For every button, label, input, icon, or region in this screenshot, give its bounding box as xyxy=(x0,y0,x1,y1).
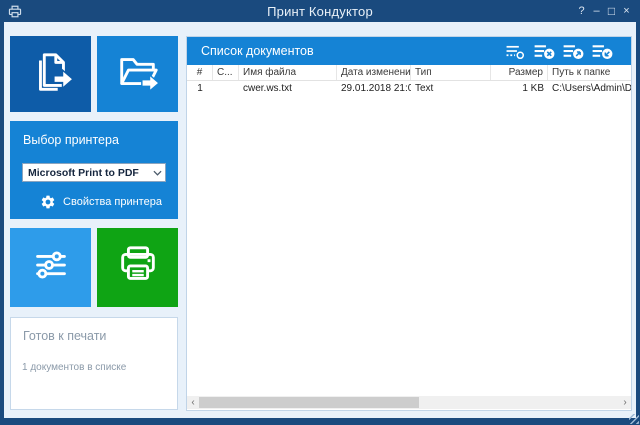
printer-select[interactable]: Microsoft Print to PDF xyxy=(22,163,166,182)
horizontal-scrollbar[interactable]: ‹ › xyxy=(187,396,631,409)
printer-panel-title: Выбор принтера xyxy=(23,133,119,147)
settings-sliders-icon xyxy=(28,242,74,293)
cell-path: C:\Users\Admin\Des xyxy=(548,81,631,97)
add-folder-button[interactable] xyxy=(97,36,178,112)
column-header-modified[interactable]: Дата изменения xyxy=(337,65,411,80)
window-controls: ? – □ × xyxy=(574,0,634,22)
document-list-title: Список документов xyxy=(187,44,505,58)
maximize-button[interactable]: □ xyxy=(604,0,619,22)
column-header-filename[interactable]: Имя файла xyxy=(239,65,337,80)
main-content: Выбор принтера Microsoft Print to PDF Св… xyxy=(4,22,636,418)
cell-number: 1 xyxy=(187,81,213,97)
open-list-icon[interactable] xyxy=(592,43,614,60)
table-row[interactable]: 1 cwer.ws.txt 29.01.2018 21:02 Text 1 KB… xyxy=(187,81,631,97)
column-header-status[interactable]: С... xyxy=(213,65,239,80)
window-title: Принт Кондуктор xyxy=(0,4,640,19)
add-files-icon xyxy=(28,48,74,101)
document-count-text: 1 документов в списке xyxy=(22,362,126,373)
printer-properties-button[interactable]: Свойства принтера xyxy=(10,193,178,211)
scrollbar-thumb[interactable] xyxy=(199,397,419,408)
column-header-path[interactable]: Путь к папке xyxy=(548,65,631,80)
printer-select-value: Microsoft Print to PDF xyxy=(23,167,149,179)
chevron-down-icon xyxy=(149,168,165,178)
document-list-toolbar xyxy=(505,43,631,60)
add-files-button[interactable] xyxy=(10,36,91,112)
document-list-header: Список документов xyxy=(187,37,631,65)
table-header-row: # С... Имя файла Дата изменения Тип Разм… xyxy=(187,65,631,81)
resize-grip[interactable] xyxy=(629,414,639,424)
column-header-size[interactable]: Размер xyxy=(491,65,548,80)
cell-status xyxy=(213,81,239,97)
app-window: Принт Кондуктор ? – □ × xyxy=(0,0,640,425)
column-header-number[interactable]: # xyxy=(187,65,213,80)
scroll-left-arrow-icon[interactable]: ‹ xyxy=(187,396,199,409)
close-button[interactable]: × xyxy=(619,0,634,22)
cell-type: Text xyxy=(411,81,491,97)
column-header-type[interactable]: Тип xyxy=(411,65,491,80)
minimize-button[interactable]: – xyxy=(589,0,604,22)
add-folder-icon xyxy=(114,49,162,100)
settings-button[interactable] xyxy=(10,228,91,307)
cell-filename: cwer.ws.txt xyxy=(239,81,337,97)
status-text: Готов к печати xyxy=(23,329,106,343)
remove-finished-list-icon[interactable] xyxy=(505,43,527,60)
titlebar: Принт Кондуктор ? – □ × xyxy=(0,0,640,22)
scroll-right-arrow-icon[interactable]: › xyxy=(619,396,631,409)
printer-properties-label: Свойства принтера xyxy=(63,196,162,208)
gear-icon xyxy=(40,194,56,210)
document-list-panel: Список документов xyxy=(186,36,632,411)
cell-size: 1 KB xyxy=(491,81,548,97)
print-button[interactable] xyxy=(97,228,178,307)
printer-icon xyxy=(115,242,161,293)
save-list-icon[interactable] xyxy=(563,43,585,60)
printer-selection-panel: Выбор принтера Microsoft Print to PDF Св… xyxy=(10,121,178,219)
clear-list-icon[interactable] xyxy=(534,43,556,60)
status-panel: Готов к печати 1 документов в списке xyxy=(10,317,178,410)
cell-modified: 29.01.2018 21:02 xyxy=(337,81,411,97)
help-button[interactable]: ? xyxy=(574,0,589,22)
